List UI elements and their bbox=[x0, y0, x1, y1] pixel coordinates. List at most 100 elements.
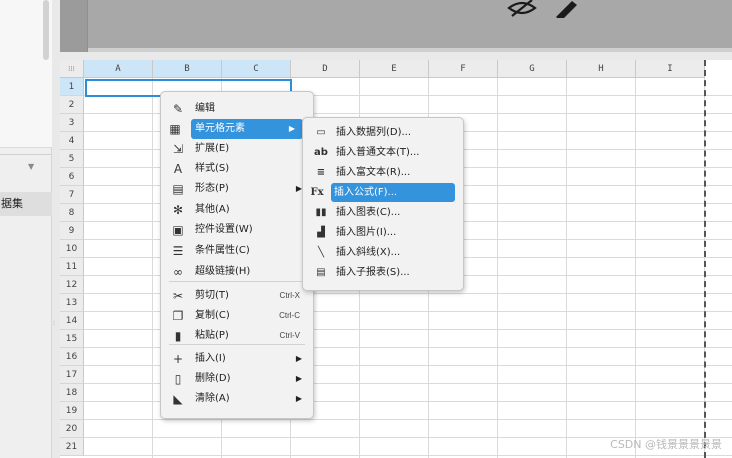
preview-ruler bbox=[60, 0, 88, 52]
row-header-5[interactable]: 5 bbox=[60, 150, 84, 168]
menu-item-style[interactable]: A 样式(S) bbox=[164, 159, 310, 179]
row-header-10[interactable]: 10 bbox=[60, 240, 84, 258]
column-header-b[interactable]: B bbox=[153, 60, 222, 78]
row-header-8[interactable]: 8 bbox=[60, 204, 84, 222]
column-header-c[interactable]: C bbox=[222, 60, 291, 78]
left-panel: ▼ 据集 bbox=[0, 0, 52, 458]
menu-item-label: 清除(A) bbox=[195, 393, 230, 404]
row-header-19[interactable]: 19 bbox=[60, 402, 84, 420]
menu-separator bbox=[169, 344, 305, 345]
menu-item-link[interactable]: ∞ 超级链接(H) bbox=[164, 262, 310, 282]
row-header-11[interactable]: 11 bbox=[60, 258, 84, 276]
watermark: CSDN @钱景景景景景 bbox=[610, 438, 722, 451]
grid-row-line bbox=[84, 419, 732, 420]
row-header-2[interactable]: 2 bbox=[60, 96, 84, 114]
submenu-item-label: 插入斜线(X)... bbox=[336, 247, 401, 258]
eye-off-icon[interactable] bbox=[506, 0, 586, 21]
menu-item-label: 形态(P) bbox=[195, 183, 229, 194]
dataset-item[interactable]: 据集 bbox=[0, 192, 52, 216]
row-header-17[interactable]: 17 bbox=[60, 366, 84, 384]
rich-text-icon: ≡ bbox=[316, 167, 326, 178]
submenu-item-sub-report[interactable]: ▤ 插入子报表(S)... bbox=[306, 263, 460, 282]
chevron-down-icon[interactable]: ▼ bbox=[28, 162, 34, 171]
gear-icon: ✻ bbox=[172, 203, 184, 217]
row-header-18[interactable]: 18 bbox=[60, 384, 84, 402]
submenu-item-label: 插入数据列(D)... bbox=[336, 127, 412, 138]
row-header-7[interactable]: 7 bbox=[60, 186, 84, 204]
menu-item-condition[interactable]: ☰ 条件属性(C) bbox=[164, 241, 310, 261]
submenu-item-image[interactable]: ▟ 插入图片(I)... bbox=[306, 223, 460, 242]
row-header-21[interactable]: 21 bbox=[60, 438, 84, 456]
paste-icon: ▮ bbox=[174, 329, 182, 343]
row-header-14[interactable]: 14 bbox=[60, 312, 84, 330]
menu-item-cell-element[interactable]: ▦ 单元格元素 ▶ bbox=[169, 119, 303, 139]
menu-item-label: 控件设置(W) bbox=[195, 224, 253, 235]
menu-item-paste[interactable]: ▮ 粘贴(P) Ctrl-V bbox=[164, 326, 310, 346]
form-icon: ▤ bbox=[172, 182, 184, 196]
submenu-arrow-icon: ▶ bbox=[295, 354, 302, 363]
row-header-16[interactable]: 16 bbox=[60, 348, 84, 366]
shortcut-label: Ctrl-C bbox=[279, 311, 300, 320]
submenu-arrow-icon: ▶ bbox=[295, 394, 302, 403]
row-header-3[interactable]: 3 bbox=[60, 114, 84, 132]
select-all-corner[interactable]: ⁞⁞⁞ bbox=[60, 60, 84, 78]
submenu-item-label: 插入富文本(R)... bbox=[336, 167, 411, 178]
submenu-item-label: 插入图片(I)... bbox=[336, 227, 397, 238]
submenu-item-label: 插入普通文本(T)... bbox=[336, 147, 420, 158]
row-header-4[interactable]: 4 bbox=[60, 132, 84, 150]
column-header-i[interactable]: I bbox=[636, 60, 705, 78]
menu-item-label: 条件属性(C) bbox=[195, 245, 250, 256]
menu-item-form[interactable]: ▤ 形态(P) ▶ bbox=[164, 179, 310, 199]
menu-item-label: 其他(A) bbox=[195, 204, 230, 215]
sub-report-icon: ▤ bbox=[316, 267, 326, 278]
submenu-item-data-column[interactable]: ▭ 插入数据列(D)... bbox=[306, 123, 460, 142]
submenu-item-formula[interactable]: Fx 插入公式(F)... bbox=[310, 183, 455, 202]
page-break-line bbox=[704, 60, 706, 458]
link-icon: ∞ bbox=[173, 265, 183, 279]
menu-item-scissors[interactable]: ✂ 剪切(T) Ctrl-X bbox=[164, 286, 310, 306]
left-panel-divider bbox=[0, 154, 52, 155]
menu-item-label: 扩展(E) bbox=[195, 143, 230, 154]
condition-icon: ☰ bbox=[172, 244, 184, 258]
menu-item-plus[interactable]: + 插入(I) ▶ bbox=[164, 349, 310, 369]
submenu-item-slash[interactable]: ╲ 插入斜线(X)... bbox=[306, 243, 460, 262]
menu-item-label: 删除(D) bbox=[195, 373, 231, 384]
submenu-item-text-ab[interactable]: ab 插入普通文本(T)... bbox=[306, 143, 460, 162]
plus-icon: + bbox=[172, 352, 184, 366]
preview-toolbar bbox=[506, 0, 586, 21]
submenu-item-chart[interactable]: ▮▮ 插入图表(C)... bbox=[306, 203, 460, 222]
row-header-9[interactable]: 9 bbox=[60, 222, 84, 240]
submenu-item-rich-text[interactable]: ≡ 插入富文本(R)... bbox=[306, 163, 460, 182]
row-header-13[interactable]: 13 bbox=[60, 294, 84, 312]
column-header-h[interactable]: H bbox=[567, 60, 636, 78]
shortcut-label: Ctrl-V bbox=[279, 331, 300, 340]
menu-item-eraser[interactable]: ◣ 清除(A) ▶ bbox=[164, 389, 310, 409]
text-ab-icon: ab bbox=[314, 147, 328, 158]
trash-icon: ▯ bbox=[174, 372, 182, 386]
column-header-f[interactable]: F bbox=[429, 60, 498, 78]
column-header-g[interactable]: G bbox=[498, 60, 567, 78]
shortcut-label: Ctrl-X bbox=[279, 291, 300, 300]
left-panel-scrollbar[interactable] bbox=[43, 0, 49, 60]
menu-item-label: 粘贴(P) bbox=[195, 330, 229, 341]
menu-item-expand[interactable]: ⇲ 扩展(E) bbox=[164, 139, 310, 159]
submenu-item-label: 插入公式(F)... bbox=[334, 187, 398, 198]
column-header-d[interactable]: D bbox=[291, 60, 360, 78]
menu-item-trash[interactable]: ▯ 删除(D) ▶ bbox=[164, 369, 310, 389]
column-header-a[interactable]: A bbox=[84, 60, 153, 78]
splitter-handle[interactable]: ⁝ bbox=[53, 320, 56, 330]
row-header-6[interactable]: 6 bbox=[60, 168, 84, 186]
column-header-e[interactable]: E bbox=[360, 60, 429, 78]
menu-item-widget[interactable]: ▣ 控件设置(W) bbox=[164, 220, 310, 240]
style-icon: A bbox=[173, 162, 183, 176]
row-header-20[interactable]: 20 bbox=[60, 420, 84, 438]
menu-item-copy[interactable]: ❐ 复制(C) Ctrl-C bbox=[164, 306, 310, 326]
copy-icon: ❐ bbox=[172, 309, 184, 323]
menu-item-label: 复制(C) bbox=[195, 310, 230, 321]
row-header-1[interactable]: 1 bbox=[60, 78, 84, 96]
menu-item-pencil[interactable]: ✎ 编辑 bbox=[164, 99, 310, 119]
menu-item-gear[interactable]: ✻ 其他(A) bbox=[164, 200, 310, 220]
row-header-12[interactable]: 12 bbox=[60, 276, 84, 294]
cell-element-icon: ▦ bbox=[169, 122, 181, 136]
row-header-15[interactable]: 15 bbox=[60, 330, 84, 348]
